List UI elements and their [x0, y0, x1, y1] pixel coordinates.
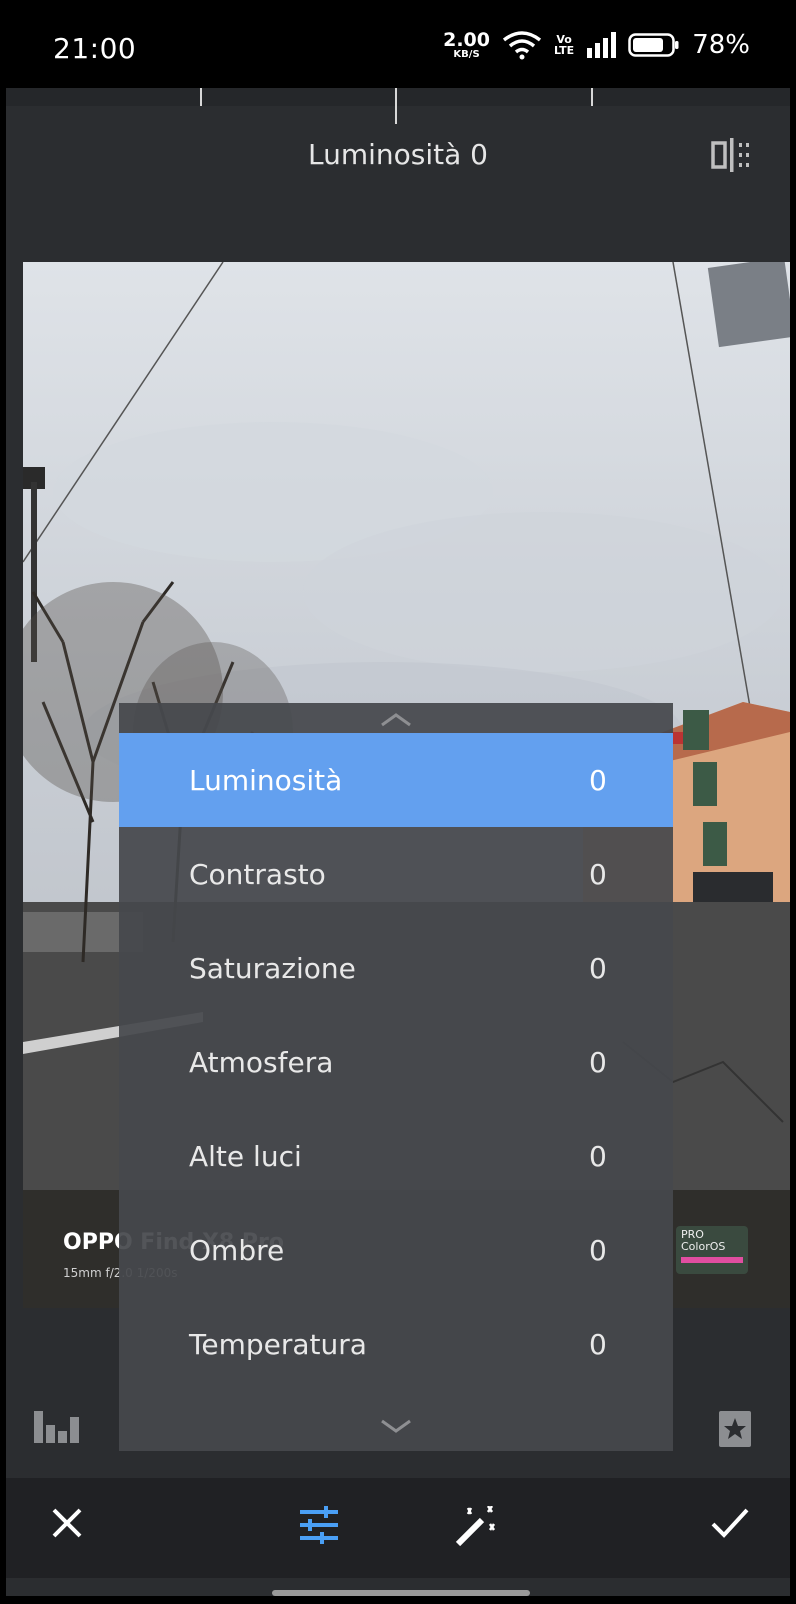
coloros-badge: PRO ColorOS	[676, 1226, 748, 1274]
app-screen: 21:00 2.00 KB/S Vo LTE 78% Luminosità 0 …	[6, 8, 790, 1596]
adjustment-ruler[interactable]	[6, 88, 790, 106]
menu-item-label: Saturazione	[189, 951, 356, 985]
menu-item-value: 0	[589, 951, 607, 985]
menu-item-alte-luci[interactable]: Alte luci 0	[119, 1109, 673, 1203]
chevron-down-icon[interactable]	[119, 1417, 673, 1435]
menu-item-value: 0	[589, 1327, 607, 1361]
menu-item-value: 0	[589, 1045, 607, 1079]
menu-item-label: Contrasto	[189, 857, 326, 891]
menu-item-label: Alte luci	[189, 1139, 302, 1173]
ruler-tick	[591, 88, 593, 106]
menu-item-luminosita[interactable]: Luminosità 0	[119, 733, 673, 827]
menu-item-label: Luminosità	[189, 763, 343, 797]
status-time: 21:00	[53, 32, 137, 65]
ruler-tick	[200, 88, 202, 106]
menu-item-label: Temperatura	[189, 1327, 367, 1361]
menu-item-atmosfera[interactable]: Atmosfera 0	[119, 1015, 673, 1109]
status-bar: 21:00 2.00 KB/S Vo LTE 78%	[6, 8, 790, 88]
menu-item-label: Ombre	[189, 1233, 285, 1267]
adjustment-menu: Luminosità 0 Contrasto 0 Saturazione 0 A…	[119, 703, 673, 1451]
menu-item-contrasto[interactable]: Contrasto 0	[119, 827, 673, 921]
chevron-up-icon[interactable]	[119, 711, 673, 729]
network-speed-value: 2.00	[443, 28, 490, 51]
adjustment-title: Luminosità 0	[307, 138, 488, 171]
magic-wand-icon[interactable]	[454, 1506, 498, 1546]
menu-item-value: 0	[589, 1233, 607, 1267]
home-indicator[interactable]	[272, 1590, 530, 1596]
wifi-icon	[502, 31, 542, 60]
compare-icon[interactable]	[710, 137, 754, 173]
bottom-toolbar	[6, 1478, 790, 1578]
badge-stripe	[681, 1257, 743, 1264]
sliders-icon[interactable]	[298, 1506, 340, 1544]
menu-item-value: 0	[589, 763, 607, 797]
menu-item-ombre[interactable]: Ombre 0	[119, 1203, 673, 1297]
volte-indicator: Vo LTE	[554, 34, 574, 56]
battery-icon	[628, 33, 679, 57]
network-speed-unit: KB/S	[453, 48, 480, 60]
menu-item-saturazione[interactable]: Saturazione 0	[119, 921, 673, 1015]
signal-icon	[587, 32, 617, 58]
menu-item-value: 0	[589, 857, 607, 891]
network-speed: 2.00 KB/S	[443, 28, 490, 60]
check-icon[interactable]	[710, 1506, 750, 1540]
menu-item-temperatura[interactable]: Temperatura 0	[119, 1297, 673, 1391]
bookmark-star-icon[interactable]	[719, 1411, 751, 1447]
menu-item-label: Atmosfera	[189, 1045, 334, 1079]
battery-percent: 78%	[692, 30, 750, 60]
histogram-icon[interactable]	[34, 1411, 80, 1443]
badge-bottom: ColorOS	[681, 1240, 726, 1254]
ruler-center-tick	[395, 88, 397, 124]
close-icon[interactable]	[50, 1506, 84, 1540]
volte-bottom: LTE	[553, 44, 575, 57]
menu-item-value: 0	[589, 1139, 607, 1173]
status-icons: 2.00 KB/S Vo LTE 78%	[443, 30, 750, 60]
